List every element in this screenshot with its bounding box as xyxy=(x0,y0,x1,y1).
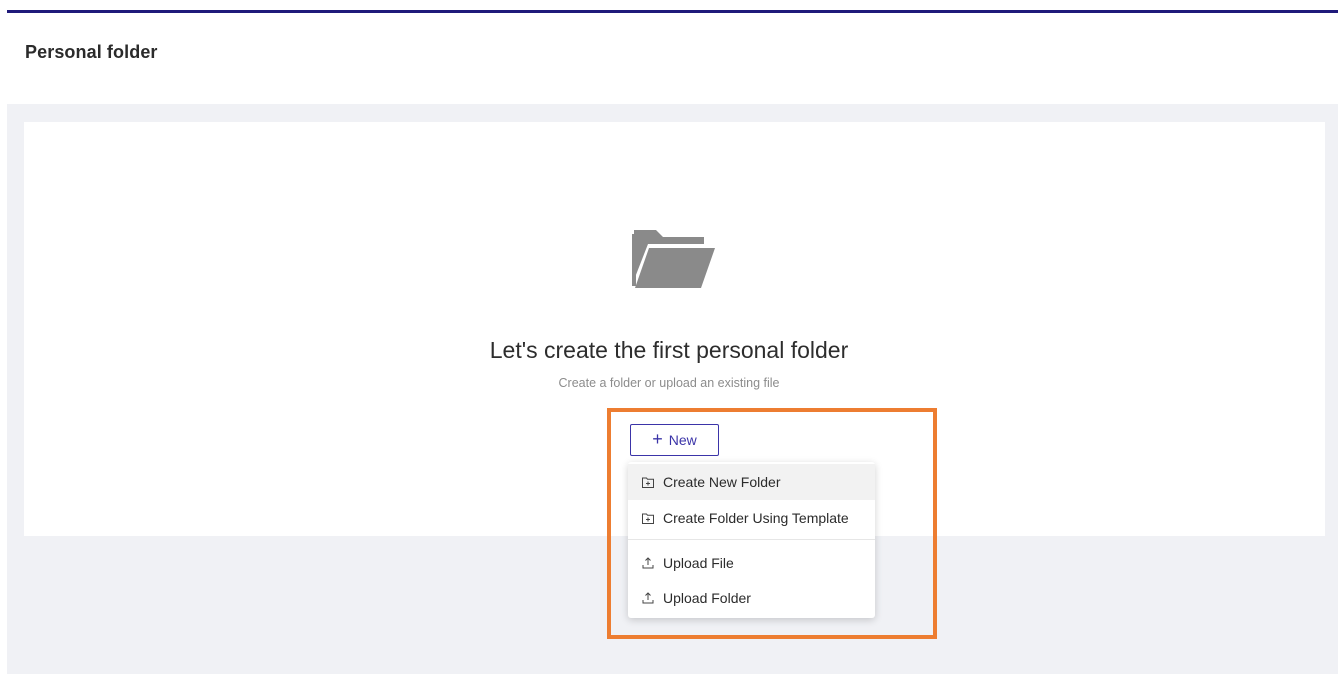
menu-item-label: Upload File xyxy=(663,555,734,571)
plus-icon: + xyxy=(652,429,663,449)
folder-plus-icon xyxy=(641,512,654,525)
empty-state-subtext: Create a folder or upload an existing fi… xyxy=(558,376,780,390)
menu-divider xyxy=(628,539,875,540)
menu-item-upload-file[interactable]: Upload File xyxy=(628,545,875,581)
menu-item-upload-folder[interactable]: Upload Folder xyxy=(628,580,875,616)
menu-item-label: Create Folder Using Template xyxy=(663,510,849,526)
folder-open-icon xyxy=(632,230,715,288)
upload-icon xyxy=(641,592,654,605)
page-header xyxy=(7,13,1338,104)
new-button-label: New xyxy=(668,432,697,448)
menu-item-label: Upload Folder xyxy=(663,590,751,606)
menu-item-label: Create New Folder xyxy=(663,474,781,490)
upload-icon xyxy=(641,557,654,570)
folder-plus-icon xyxy=(641,476,654,489)
empty-state-heading: Let's create the first personal folder xyxy=(489,337,849,363)
page-title: Personal folder xyxy=(25,42,158,62)
menu-item-create-new-folder[interactable]: Create New Folder xyxy=(628,464,875,500)
new-button[interactable]: + New xyxy=(630,424,719,456)
new-dropdown-menu: Create New Folder Create Folder Using Te… xyxy=(628,462,875,618)
menu-item-create-folder-using-template[interactable]: Create Folder Using Template xyxy=(628,500,875,536)
